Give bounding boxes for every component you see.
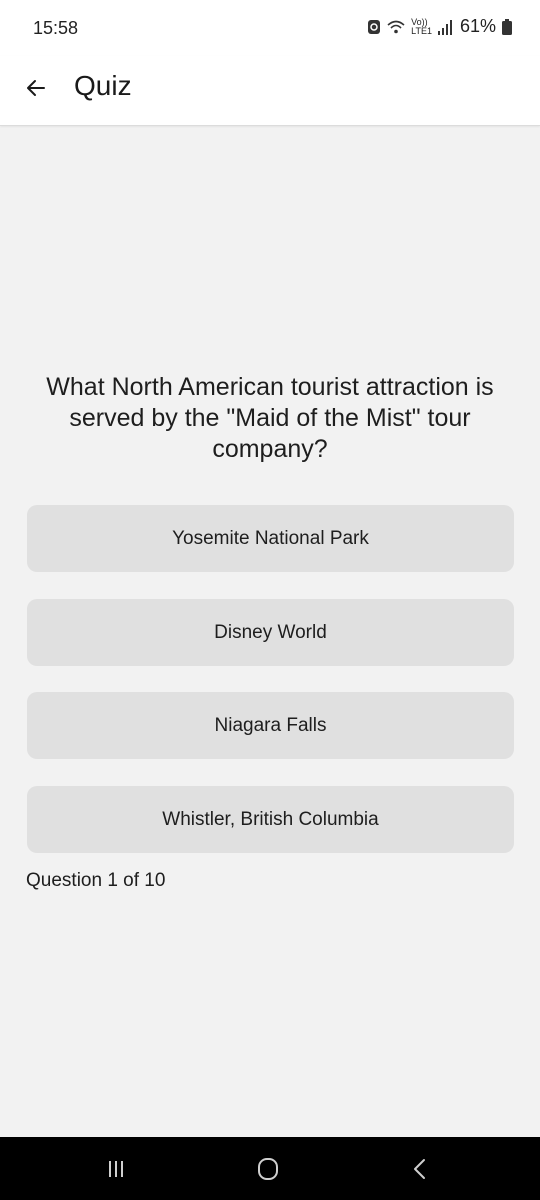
battery-icon [502,18,512,35]
arrow-left-icon [24,76,48,100]
home-button[interactable] [246,1151,290,1187]
system-nav-bar [0,1137,540,1200]
page-title: Quiz [74,70,132,101]
answer-option-1[interactable]: Yosemite National Park [27,505,514,572]
answer-option-3[interactable]: Niagara Falls [27,692,514,759]
question-text: What North American tourist attraction i… [46,373,494,463]
question-progress: Question 1 of 10 [26,870,166,891]
network-lte-label: LTE1 [411,25,432,36]
status-bar: 15:58 Vo)) LTE1 61% [0,0,540,56]
recents-icon [106,1159,126,1179]
app-bar: Quiz [0,56,540,126]
answer-option-4[interactable]: Whistler, British Columbia [27,786,514,853]
battery-percent: 61% [459,16,496,36]
answer-option-2[interactable]: Disney World [27,599,514,666]
back-button[interactable] [16,68,56,108]
nav-back-button[interactable] [398,1151,442,1187]
signal-icon [437,19,454,35]
status-time: 15:58 [33,18,79,38]
status-icons: Vo)) LTE1 61% [367,16,512,37]
home-icon [256,1157,280,1181]
network-type-label: Vo)) LTE1 [411,17,432,36]
back-icon [410,1157,430,1181]
wifi-icon [387,20,405,34]
data-saver-icon [367,19,381,35]
recents-button[interactable] [94,1151,138,1187]
